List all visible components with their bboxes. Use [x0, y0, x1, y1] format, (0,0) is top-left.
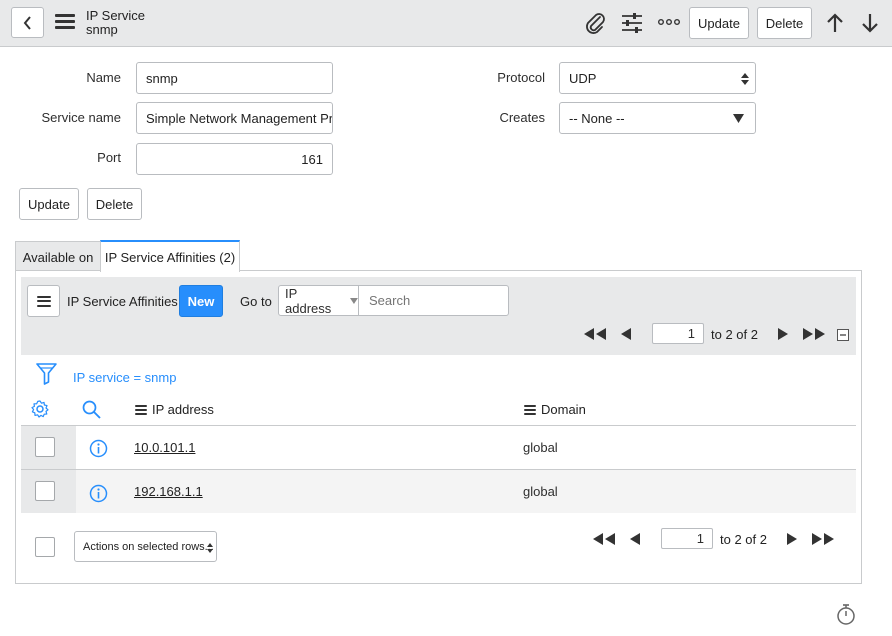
collapse-icon[interactable] — [837, 329, 849, 341]
name-field[interactable]: snmp — [136, 62, 333, 94]
column-label-ip-address: IP address — [152, 402, 214, 417]
column-header-ip-address[interactable]: IP address — [135, 402, 214, 417]
form-update-button[interactable]: Update — [19, 188, 79, 220]
info-icon[interactable] — [89, 439, 108, 458]
protocol-label: Protocol — [497, 70, 545, 85]
page-range-text: to 2 of 2 — [711, 327, 758, 342]
filter-icon[interactable] — [36, 363, 57, 385]
header-update-button[interactable]: Update — [689, 7, 749, 39]
form-title-record: snmp — [86, 22, 118, 37]
column-menu-icon[interactable] — [524, 404, 536, 415]
select-all-checkbox[interactable] — [35, 537, 55, 557]
more-options-icon[interactable] — [658, 17, 680, 27]
stopwatch-icon[interactable] — [836, 603, 856, 625]
ip-address-link[interactable]: 10.0.101.1 — [134, 440, 195, 455]
name-label: Name — [86, 70, 121, 85]
creates-label: Creates — [499, 110, 545, 125]
ip-address-link[interactable]: 192.168.1.1 — [134, 484, 203, 499]
goto-field-select[interactable]: IP address — [278, 285, 359, 316]
column-header-domain[interactable]: Domain — [524, 402, 586, 417]
goto-label: Go to — [240, 294, 272, 309]
tab-ip-service-affinities[interactable]: IP Service Affinities (2) — [100, 240, 240, 272]
list-title: IP Service Affinities — [67, 294, 178, 309]
row-checkbox[interactable] — [35, 437, 55, 457]
search-input[interactable] — [358, 285, 509, 316]
previous-page-icon[interactable] — [629, 532, 641, 546]
chevron-left-icon — [23, 15, 31, 30]
back-button[interactable] — [11, 7, 44, 38]
column-label-domain: Domain — [541, 402, 586, 417]
arrow-up-icon[interactable] — [825, 12, 845, 34]
arrow-down-icon[interactable] — [860, 12, 880, 34]
settings-sliders-icon[interactable] — [621, 11, 643, 35]
domain-cell: global — [523, 484, 558, 499]
form-menu-icon[interactable] — [55, 14, 75, 29]
service-name-label: Service name — [41, 110, 121, 125]
goto-field-value: IP address — [285, 285, 332, 316]
list-menu-icon — [36, 295, 51, 307]
previous-page-icon[interactable] — [620, 327, 632, 341]
first-page-icon[interactable] — [583, 327, 607, 341]
paperclip-icon[interactable] — [584, 11, 606, 35]
port-label: Port — [97, 150, 121, 165]
column-menu-icon[interactable] — [135, 404, 147, 415]
select-arrows-icon — [741, 73, 749, 85]
last-page-icon[interactable] — [802, 327, 826, 341]
first-page-icon[interactable] — [592, 532, 616, 546]
row-checkbox[interactable] — [35, 481, 55, 501]
last-page-icon[interactable] — [811, 532, 835, 546]
page-number-input[interactable]: 1 — [652, 323, 704, 344]
next-page-icon[interactable] — [777, 327, 789, 341]
actions-select[interactable]: Actions on selected rows... — [74, 531, 217, 562]
tab-available-on[interactable]: Available on — [15, 241, 101, 272]
chevron-down-icon — [350, 297, 358, 304]
form-header: IP Service snmp Update Delete — [0, 0, 892, 47]
protocol-select[interactable]: UDP — [559, 62, 756, 94]
info-icon[interactable] — [89, 484, 108, 503]
header-delete-button[interactable]: Delete — [757, 7, 812, 39]
actions-select-label: Actions on selected rows... — [83, 540, 214, 553]
select-arrows-icon — [207, 543, 213, 553]
protocol-select-value: UDP — [569, 70, 597, 86]
footer-page-range-text: to 2 of 2 — [720, 532, 767, 547]
footer-page-number-input[interactable]: 1 — [661, 528, 713, 549]
filter-breadcrumb[interactable]: IP service = snmp — [73, 370, 176, 385]
gear-icon[interactable] — [31, 400, 49, 418]
next-page-icon[interactable] — [786, 532, 798, 546]
chevron-down-icon — [733, 114, 744, 123]
port-field[interactable]: 161 — [136, 143, 333, 175]
domain-cell: global — [523, 440, 558, 455]
service-name-field[interactable]: Simple Network Management Pro — [136, 102, 333, 134]
form-delete-button[interactable]: Delete — [87, 188, 142, 220]
creates-select-value: -- None -- — [569, 110, 625, 126]
search-icon[interactable] — [82, 400, 101, 419]
new-button[interactable]: New — [179, 285, 223, 317]
creates-select[interactable]: -- None -- — [559, 102, 756, 134]
list-menu-button[interactable] — [27, 285, 60, 317]
form-title-table: IP Service — [86, 8, 146, 23]
